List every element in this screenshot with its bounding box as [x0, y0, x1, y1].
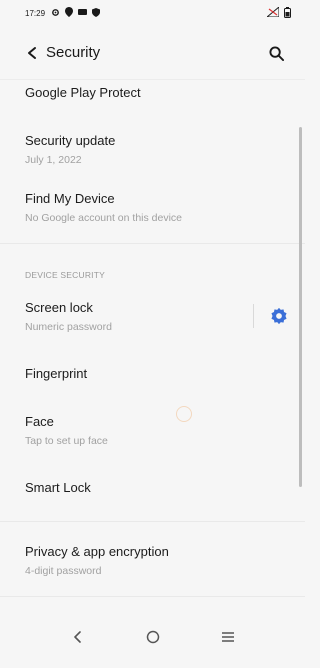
list-item-find-my-device[interactable]: Find My Device No Google account on this…: [25, 191, 283, 224]
list-item-smart-lock[interactable]: Smart Lock: [25, 480, 283, 495]
no-signal-icon: [265, 5, 280, 19]
section-divider: [0, 521, 305, 522]
back-arrow-icon: [28, 46, 36, 59]
item-title: Privacy & app encryption: [25, 544, 169, 559]
item-title: Security update: [25, 133, 116, 148]
list-item-privacy-app-encryption[interactable]: Privacy & app encryption 4-digit passwor…: [25, 544, 283, 577]
nav-back-icon: [73, 631, 81, 643]
item-subtitle: Numeric password: [25, 321, 112, 333]
section-label-device-security: DEVICE SECURITY: [25, 270, 105, 280]
list-item-screen-lock[interactable]: Screen lock Numeric password: [25, 300, 235, 333]
nav-home-button[interactable]: [133, 617, 173, 657]
section-divider: [0, 243, 305, 244]
item-title: Google Play Protect: [25, 85, 141, 100]
item-title: Smart Lock: [25, 480, 91, 495]
page-title: Security: [46, 44, 101, 61]
list-item-security-update[interactable]: Security update July 1, 2022: [25, 133, 283, 166]
screen-lock-settings-icon[interactable]: [270, 307, 288, 325]
loading-spinner: [176, 406, 192, 422]
nav-home-icon: [146, 630, 159, 644]
scrollbar[interactable]: [299, 127, 302, 487]
status-time: 17:29: [25, 8, 46, 18]
status-bar: 17:29: [0, 0, 305, 26]
battery-icon: [284, 6, 291, 20]
list-item-fingerprint[interactable]: Fingerprint: [25, 366, 283, 381]
nav-menu-icon: [221, 632, 234, 642]
message-icon: [78, 8, 88, 18]
nav-back-button[interactable]: [58, 617, 98, 657]
section-divider: [0, 596, 305, 597]
item-subtitle: Tap to set up face: [25, 435, 108, 447]
gear-icon: [51, 8, 60, 19]
vertical-separator: [253, 304, 254, 328]
app-bar: Security: [0, 26, 305, 80]
item-title: Screen lock: [25, 300, 93, 315]
location-icon: [65, 7, 74, 19]
shield-icon: [92, 7, 101, 19]
search-button[interactable]: [263, 40, 289, 66]
item-subtitle: 4-digit password: [25, 565, 102, 577]
item-subtitle: July 1, 2022: [25, 154, 82, 166]
item-title: Find My Device: [25, 191, 115, 206]
item-title: Face: [25, 414, 54, 429]
settings-list: Google Play Protect Security update July…: [0, 80, 305, 600]
item-title: Fingerprint: [25, 366, 88, 381]
list-item-face[interactable]: Face Tap to set up face: [25, 414, 283, 447]
list-item-google-play-protect[interactable]: Google Play Protect: [25, 85, 283, 100]
system-nav-bar: [0, 612, 305, 662]
nav-recents-button[interactable]: [208, 617, 248, 657]
item-subtitle: No Google account on this device: [25, 212, 183, 224]
search-icon: [268, 45, 284, 61]
